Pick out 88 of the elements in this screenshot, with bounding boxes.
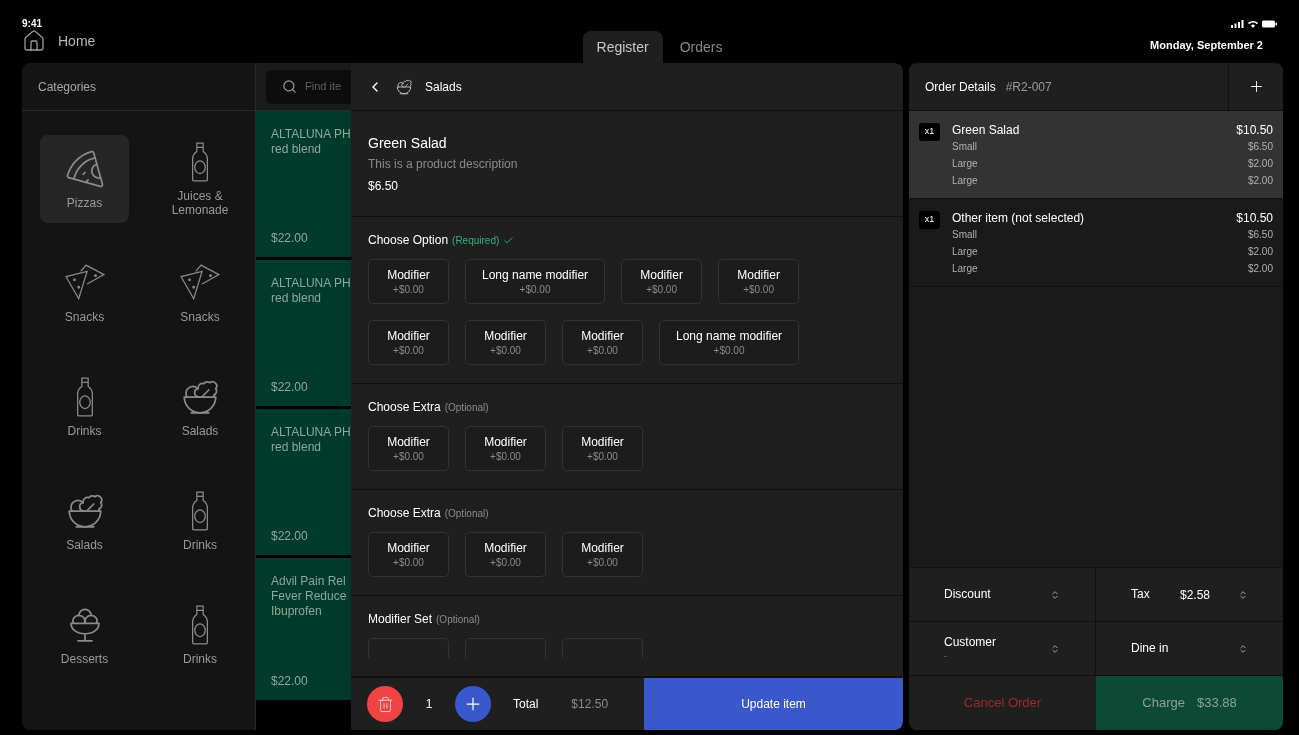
categories-title: Categories <box>38 78 97 96</box>
order-title: Order Details <box>925 78 996 96</box>
order-item[interactable]: x1 Green Salad $10.50 Small $6.50 Large $2.00 Large $2.00 <box>909 111 1283 199</box>
chevrons-icon <box>1238 589 1248 600</box>
modifier-button[interactable]: Modifier +$0.00 <box>465 426 546 471</box>
search-icon <box>282 79 297 94</box>
modifier-price: $2.00 <box>1247 157 1273 171</box>
product-card[interactable]: ALTALUNA PH red blend $22.00 <box>256 111 351 257</box>
product-price: $6.50 <box>368 177 400 195</box>
modifier-name: Small <box>952 140 977 154</box>
modifier-price: $6.50 <box>1247 140 1273 154</box>
quantity-value: 1 <box>424 696 434 713</box>
increase-button[interactable] <box>455 686 491 722</box>
modifier-button[interactable]: Modifier +$0.00 <box>368 259 449 304</box>
modifier-button[interactable]: Modifier +$0.00 <box>465 532 546 577</box>
category-tile[interactable]: Drinks <box>40 363 129 451</box>
product-name: Green Salad <box>368 133 448 153</box>
modal-category: Salads <box>425 78 462 96</box>
salad-bowl-icon <box>395 77 413 96</box>
category-tile[interactable]: Snacks <box>155 249 245 337</box>
modifier-name: Large <box>952 174 978 188</box>
update-item-button[interactable]: Update item <box>644 678 903 730</box>
category-tile[interactable]: Drinks <box>155 591 245 679</box>
item-name: Other item (not selected) <box>952 210 1085 226</box>
category-tile[interactable]: Desserts <box>40 591 129 679</box>
section-note: (Optional) <box>444 400 489 415</box>
section-note: (Required) <box>452 233 500 248</box>
battery-icon <box>1262 19 1277 28</box>
quantity-badge: x1 <box>919 123 940 141</box>
item-price: $10.50 <box>1236 122 1273 138</box>
section-title: Choose Extra <box>368 505 441 522</box>
category-tile[interactable]: Salads <box>155 363 245 451</box>
category-tile[interactable]: Snacks <box>40 249 129 337</box>
category-tile[interactable]: Juices & Lemonade <box>155 135 245 223</box>
wifi-icon <box>1247 19 1259 28</box>
modifier-button[interactable]: Modifier +$0.00 <box>562 532 643 577</box>
total-value: $12.50 <box>571 696 609 713</box>
signal-icon <box>1231 19 1244 28</box>
product-description: This is a product description <box>368 155 519 173</box>
home-icon[interactable] <box>22 29 46 53</box>
order-select[interactable]: Tax $2.58 <box>1096 568 1283 622</box>
modifier-button[interactable]: Modifier +$0.00 <box>368 426 449 471</box>
chevrons-icon <box>1050 589 1060 600</box>
modifier-button[interactable]: Modifier +$0.00 <box>368 320 449 365</box>
modifier-price: $2.00 <box>1247 174 1273 188</box>
category-tile[interactable]: Pizzas <box>40 135 129 223</box>
modifier-name: Large <box>952 262 978 276</box>
modifier-button[interactable]: Modifier +$0.00 <box>465 320 546 365</box>
quantity-badge: x1 <box>919 211 940 229</box>
nav-tab[interactable]: Orders <box>665 31 737 63</box>
category-tile[interactable]: Drinks <box>155 477 245 565</box>
item-price: $10.50 <box>1236 210 1273 226</box>
modifier-name: Large <box>952 245 978 259</box>
product-card[interactable]: ALTALUNA PH red blend $22.00 <box>256 409 351 555</box>
check-icon <box>503 234 515 246</box>
section-title: Choose Extra <box>368 399 441 416</box>
status-time: 9:41 <box>22 19 42 29</box>
order-number: #R2-007 <box>1005 78 1053 96</box>
product-card[interactable]: ALTALUNA PH red blend $22.00 <box>256 260 351 406</box>
home-link[interactable]: Home <box>58 30 96 52</box>
section-title: Modifier Set <box>368 611 433 628</box>
modifier-price: $2.00 <box>1247 262 1273 276</box>
trash-icon <box>376 695 394 713</box>
section-note: (Optional) <box>444 506 489 521</box>
nav-tab[interactable]: Register <box>582 31 663 63</box>
section-title: Choose Option <box>368 232 449 249</box>
category-tile[interactable]: Salads <box>40 477 129 565</box>
chevrons-icon <box>1050 643 1060 654</box>
modifier-price: $6.50 <box>1247 228 1273 242</box>
modifier-button[interactable]: Long name modifier +$0.00 <box>465 259 606 304</box>
item-name: Green Salad <box>952 122 1020 138</box>
chevrons-icon <box>1238 643 1248 654</box>
total-label: Total <box>513 696 539 713</box>
modifier-button[interactable]: Modifier +$0.00 <box>562 426 643 471</box>
modifier-button[interactable]: Modifier +$0.00 <box>621 259 703 304</box>
delete-button[interactable] <box>367 686 403 722</box>
modifier-button[interactable]: Modifier +$0.00 <box>562 320 643 365</box>
section-note: (Optional) <box>436 612 480 627</box>
modifier-price: $2.00 <box>1247 245 1273 259</box>
product-card[interactable]: Advil Pain Rel Fever Reduce Ibuprofen $22.00 <box>256 558 351 700</box>
date-label: Monday, September 2 <box>1150 37 1263 53</box>
modifier-button[interactable]: Long name modifier +$0.00 <box>659 320 800 365</box>
order-select[interactable]: Discount <box>909 568 1096 622</box>
modifier-name: Small <box>952 228 977 242</box>
modifier-name: Large <box>952 157 978 171</box>
modifier-button[interactable]: Modifier +$0.00 <box>368 532 449 577</box>
charge-button[interactable]: Charge $33.88 <box>1096 676 1283 730</box>
modifier-button[interactable]: Modifier +$0.00 <box>718 259 800 304</box>
